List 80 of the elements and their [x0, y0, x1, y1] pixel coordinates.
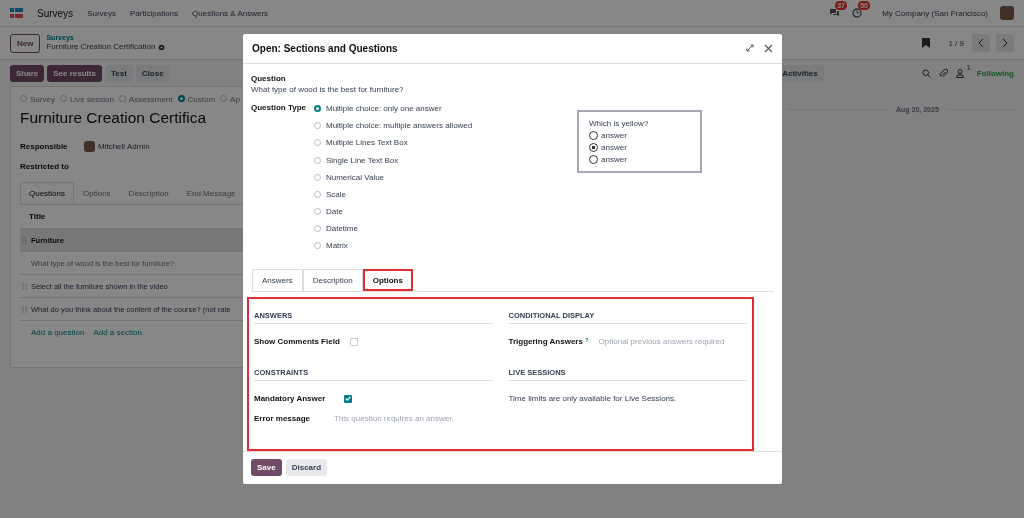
survey-type-option[interactable]: Ap — [230, 95, 240, 104]
question-type-option[interactable]: Matrix — [325, 241, 348, 251]
input-field[interactable]: Optional previous answers required — [598, 337, 725, 347]
pager-value[interactable]: 1 / 9 — [948, 38, 964, 48]
user-avatar[interactable] — [1000, 6, 1014, 20]
form-tab[interactable]: Questions — [20, 182, 75, 204]
previous-button[interactable] — [972, 34, 990, 52]
dialog-title: Open: Sections and Questions — [252, 42, 399, 54]
company-name[interactable]: My Company (San Francisco) — [882, 8, 988, 18]
drag-handle-icon[interactable] — [22, 282, 27, 290]
question-text[interactable]: What type of wood is the best for furniture? — [251, 84, 577, 94]
field-label: Responsible — [20, 141, 69, 151]
info-note: Time limits are only available for Live Sessions. — [508, 394, 677, 404]
dialog-tab[interactable]: Answers — [252, 268, 303, 291]
person-icon[interactable] — [955, 68, 964, 78]
action-button[interactable]: Test — [104, 64, 133, 82]
checkbox[interactable] — [344, 394, 352, 403]
field-label: Question — [251, 73, 287, 83]
add-link[interactable]: Add a question — [31, 328, 85, 337]
menu-item[interactable]: Surveys — [87, 8, 117, 18]
radio-button[interactable] — [177, 95, 185, 102]
action-button[interactable]: See results — [47, 64, 102, 82]
radio-button[interactable] — [589, 154, 598, 164]
gear-icon[interactable] — [158, 43, 166, 51]
question-type-option[interactable]: Numerical Value — [325, 172, 385, 182]
drag-handle-icon[interactable] — [22, 305, 27, 313]
discard-button[interactable]: Discard — [285, 459, 328, 477]
save-button[interactable]: Save — [251, 459, 282, 477]
action-button[interactable]: Close — [135, 64, 170, 82]
question-type-option[interactable]: Scale — [325, 189, 346, 199]
input-field[interactable]: This question requires an answer. — [334, 414, 454, 424]
expand-icon[interactable] — [746, 44, 754, 53]
bookmark-icon[interactable] — [922, 38, 931, 48]
user-avatar — [84, 140, 95, 152]
field-label: Mandatory Answer — [254, 394, 327, 404]
app-name[interactable]: Surveys — [37, 7, 74, 19]
form-tab[interactable]: Description — [119, 182, 178, 204]
radio-button[interactable] — [589, 142, 598, 152]
survey-type-option[interactable]: Assessment — [128, 95, 173, 104]
question-type-option[interactable]: Date — [325, 207, 343, 217]
chevron-left-icon — [978, 39, 984, 47]
survey-title: Furniture Creation Certifica — [20, 109, 207, 127]
form-tab[interactable]: Options — [74, 182, 120, 204]
close-icon[interactable] — [764, 43, 773, 53]
field-label: Show Comments Field — [254, 337, 340, 347]
radio-button[interactable] — [313, 104, 321, 112]
question-type-option[interactable]: Single Line Text Box — [325, 155, 399, 165]
survey-type-option[interactable]: Survey — [30, 95, 55, 104]
field-label: Error message — [254, 414, 311, 424]
preview-question: Which is yellow? — [589, 118, 650, 128]
responsible-value[interactable]: Mitchell Admin — [98, 141, 150, 151]
question-type-option[interactable]: Multiple choice: only one answer — [325, 103, 442, 113]
question-type-option[interactable]: Datetime — [325, 224, 358, 234]
chevron-right-icon — [1002, 39, 1008, 47]
next-button[interactable] — [996, 34, 1014, 52]
field-label: Restricted to — [20, 161, 69, 171]
survey-type-option[interactable]: Live session — [69, 95, 114, 104]
question-type-option[interactable]: Multiple Lines Text Box — [325, 138, 408, 148]
field-label: Triggering Answers — [508, 337, 583, 347]
radio-button[interactable] — [589, 130, 598, 140]
clock-icon[interactable] — [852, 8, 863, 18]
action-button[interactable]: Share — [10, 64, 45, 82]
question-type-option[interactable]: Multiple choice: multiple answers allowed — [325, 121, 473, 131]
dialog-tab[interactable]: Description — [302, 268, 363, 291]
preview-answer: answer — [601, 142, 627, 152]
field-label: Question Type — [251, 102, 306, 114]
preview-answer: answer — [601, 130, 627, 140]
chat-icon[interactable] — [829, 8, 841, 18]
new-button[interactable]: New — [10, 33, 41, 53]
search-icon[interactable] — [921, 68, 931, 78]
menu-item[interactable]: Participations — [130, 8, 179, 18]
add-link[interactable]: Add a section — [93, 328, 142, 337]
survey-type-option[interactable]: Custom — [187, 95, 216, 104]
paperclip-icon[interactable] — [938, 68, 948, 78]
app-logo-icon — [10, 8, 23, 18]
dialog-tab[interactable]: Options — [362, 268, 413, 291]
preview-answer: answer — [601, 154, 627, 164]
form-tab[interactable]: End Message — [177, 182, 245, 204]
menu-item[interactable]: Questions & Answers — [192, 8, 269, 18]
breadcrumb-current: Furniture Creation Certification — [46, 42, 156, 52]
